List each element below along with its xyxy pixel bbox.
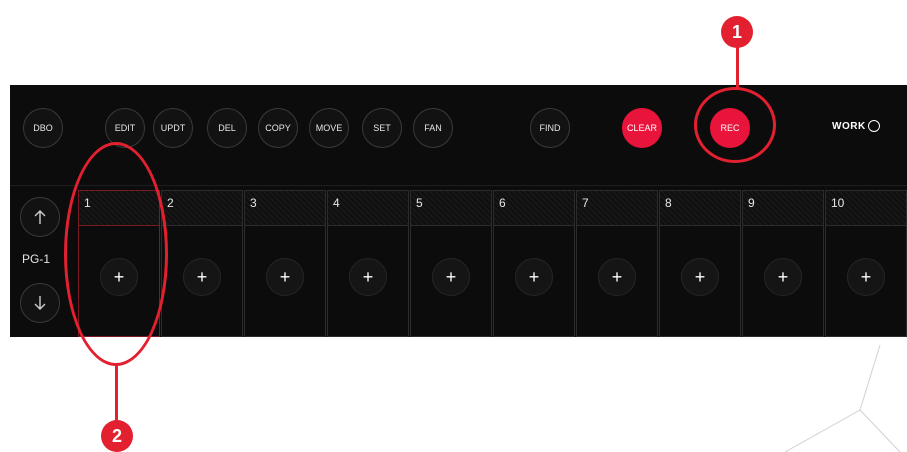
copy-button[interactable]: COPY bbox=[258, 108, 298, 148]
callout-ring-rec bbox=[694, 87, 776, 163]
add-preset-button[interactable]: + bbox=[266, 258, 304, 296]
preset-cell-4[interactable]: 4 + bbox=[327, 190, 409, 337]
logo-mark-icon bbox=[867, 120, 880, 132]
preset-cell-7[interactable]: 7 + bbox=[576, 190, 658, 337]
cell-header: 3 bbox=[245, 191, 325, 226]
set-button[interactable]: SET bbox=[362, 108, 402, 148]
brand-logo: WORK bbox=[832, 120, 880, 132]
add-preset-button[interactable]: + bbox=[847, 258, 885, 296]
move-button[interactable]: MOVE bbox=[309, 108, 349, 148]
cell-header: 8 bbox=[660, 191, 740, 226]
updt-button[interactable]: UPDT bbox=[153, 108, 193, 148]
cell-number: 10 bbox=[831, 196, 845, 210]
cell-header: 2 bbox=[162, 191, 242, 226]
cell-number: 8 bbox=[665, 196, 672, 210]
add-preset-button[interactable]: + bbox=[349, 258, 387, 296]
add-preset-button[interactable]: + bbox=[764, 258, 802, 296]
cell-number: 3 bbox=[250, 196, 257, 210]
cell-header: 6 bbox=[494, 191, 574, 226]
cell-number: 2 bbox=[167, 196, 174, 210]
add-preset-button[interactable]: + bbox=[515, 258, 553, 296]
cell-number: 9 bbox=[748, 196, 755, 210]
preset-cell-2[interactable]: 2 + bbox=[161, 190, 243, 337]
cell-number: 7 bbox=[582, 196, 589, 210]
page-up-button[interactable] bbox=[20, 197, 60, 237]
add-preset-button[interactable]: + bbox=[432, 258, 470, 296]
callout-marker-1: 1 bbox=[721, 16, 753, 48]
find-button[interactable]: FIND bbox=[530, 108, 570, 148]
preset-cell-5[interactable]: 5 + bbox=[410, 190, 492, 337]
clear-button[interactable]: CLEAR bbox=[622, 108, 662, 148]
preset-cell-8[interactable]: 8 + bbox=[659, 190, 741, 337]
cell-header: 4 bbox=[328, 191, 408, 226]
preset-cell-6[interactable]: 6 + bbox=[493, 190, 575, 337]
preset-cell-10[interactable]: 10 + bbox=[825, 190, 907, 337]
arrow-down-icon bbox=[34, 296, 46, 310]
del-button[interactable]: DEL bbox=[207, 108, 247, 148]
cell-number: 5 bbox=[416, 196, 423, 210]
callout-leader-1 bbox=[736, 47, 739, 90]
cell-header: 7 bbox=[577, 191, 657, 226]
cell-header: 10 bbox=[826, 191, 906, 226]
add-preset-button[interactable]: + bbox=[681, 258, 719, 296]
cell-number: 4 bbox=[333, 196, 340, 210]
page-down-button[interactable] bbox=[20, 283, 60, 323]
preset-cell-3[interactable]: 3 + bbox=[244, 190, 326, 337]
dbo-button[interactable]: DBO bbox=[23, 108, 63, 148]
cell-header: 9 bbox=[743, 191, 823, 226]
add-preset-button[interactable]: + bbox=[183, 258, 221, 296]
cell-number: 6 bbox=[499, 196, 506, 210]
arrow-up-icon bbox=[34, 210, 46, 224]
fan-button[interactable]: FAN bbox=[413, 108, 453, 148]
callout-ring-cell bbox=[64, 142, 168, 366]
callout-leader-2 bbox=[115, 364, 118, 422]
preset-cell-9[interactable]: 9 + bbox=[742, 190, 824, 337]
add-preset-button[interactable]: + bbox=[598, 258, 636, 296]
page-label: PG-1 bbox=[22, 252, 51, 266]
cell-header: 5 bbox=[411, 191, 491, 226]
callout-marker-2: 2 bbox=[101, 420, 133, 452]
logo-text: WORK bbox=[832, 120, 866, 132]
